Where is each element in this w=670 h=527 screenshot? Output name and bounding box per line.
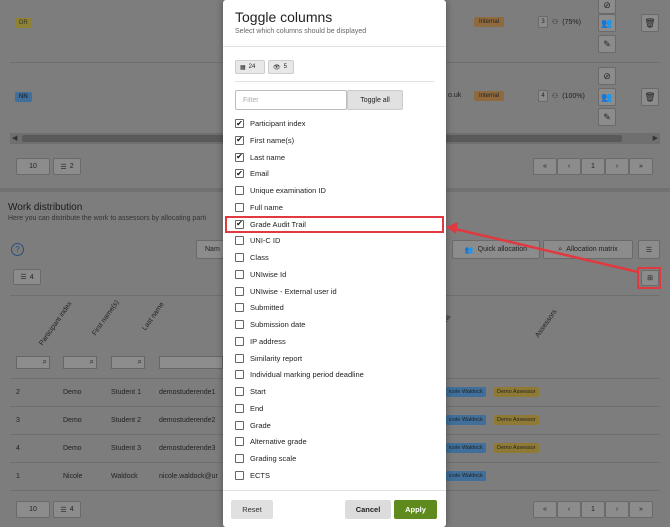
annotation-arrow [446,222,639,274]
